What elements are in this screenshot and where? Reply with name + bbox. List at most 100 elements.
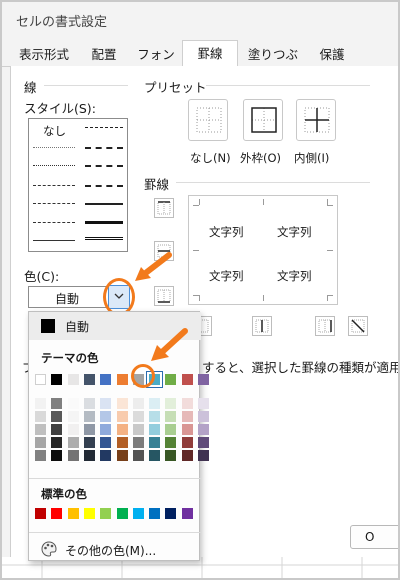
line-style-dashed[interactable] xyxy=(33,222,75,223)
line-style-medium[interactable] xyxy=(85,203,123,205)
tab-protection[interactable]: 保護 xyxy=(310,43,354,67)
theme-shade-swatch[interactable] xyxy=(165,437,177,448)
preset-inside-button[interactable] xyxy=(296,99,336,141)
standard-color-swatch[interactable] xyxy=(181,508,193,519)
theme-shade-swatch[interactable] xyxy=(116,411,128,422)
theme-color-swatch[interactable] xyxy=(67,374,79,385)
theme-shade-swatch[interactable] xyxy=(35,424,46,435)
tab-alignment[interactable]: 配置 xyxy=(84,43,124,67)
line-style-thick[interactable] xyxy=(85,221,123,224)
theme-shade-swatch[interactable] xyxy=(100,424,112,435)
theme-shade-swatch[interactable] xyxy=(149,398,161,409)
border-top-button[interactable] xyxy=(154,198,174,218)
theme-color-swatch[interactable] xyxy=(35,374,46,385)
more-colors-option[interactable]: その他の色(M)... xyxy=(29,538,201,560)
theme-shade-swatch[interactable] xyxy=(132,450,144,461)
theme-shade-swatch[interactable] xyxy=(100,411,112,422)
theme-shade-swatch[interactable] xyxy=(67,437,79,448)
theme-shade-swatch[interactable] xyxy=(132,437,144,448)
standard-color-swatch[interactable] xyxy=(165,508,177,519)
theme-shade-swatch[interactable] xyxy=(35,411,46,422)
theme-shade-swatch[interactable] xyxy=(67,450,79,461)
theme-shade-swatch[interactable] xyxy=(83,437,95,448)
standard-color-swatch[interactable] xyxy=(149,508,161,519)
theme-shade-swatch[interactable] xyxy=(51,411,63,422)
standard-color-swatch[interactable] xyxy=(67,508,79,519)
line-style-list[interactable]: なし xyxy=(28,118,128,252)
theme-shade-swatch[interactable] xyxy=(83,398,95,409)
theme-shade-swatch[interactable] xyxy=(181,437,193,448)
line-style-dotted[interactable] xyxy=(33,165,75,166)
theme-shade-swatch[interactable] xyxy=(35,398,46,409)
theme-shade-swatch[interactable] xyxy=(67,411,79,422)
theme-shade-swatch[interactable] xyxy=(116,424,128,435)
border-right-button[interactable] xyxy=(315,316,335,336)
theme-shade-swatch[interactable] xyxy=(100,437,112,448)
theme-color-swatch[interactable] xyxy=(100,374,112,385)
theme-color-swatch[interactable] xyxy=(165,374,177,385)
line-style-dash-dot[interactable] xyxy=(33,203,75,204)
theme-color-swatch[interactable] xyxy=(181,374,193,385)
theme-shade-swatch[interactable] xyxy=(83,450,95,461)
line-style-double[interactable] xyxy=(85,237,123,240)
tab-font[interactable]: フォント xyxy=(132,43,180,85)
tab-number-format[interactable]: 表示形式 xyxy=(12,43,76,67)
theme-shade-swatch[interactable] xyxy=(100,450,112,461)
line-style-dash-dot-dot[interactable] xyxy=(33,185,75,186)
theme-shade-swatch[interactable] xyxy=(100,398,112,409)
theme-shade-swatch[interactable] xyxy=(198,398,209,409)
theme-shade-swatch[interactable] xyxy=(67,424,79,435)
theme-shade-swatch[interactable] xyxy=(35,437,46,448)
theme-shade-swatch[interactable] xyxy=(132,398,144,409)
line-style-slant-dash-dot[interactable] xyxy=(85,147,123,149)
theme-shade-swatch[interactable] xyxy=(198,450,209,461)
standard-color-swatch[interactable] xyxy=(132,508,144,519)
theme-shade-swatch[interactable] xyxy=(165,411,177,422)
border-inside-vertical-button[interactable] xyxy=(252,316,272,336)
theme-shade-swatch[interactable] xyxy=(51,450,63,461)
line-style-hair[interactable] xyxy=(33,147,75,148)
theme-shade-swatch[interactable] xyxy=(132,424,144,435)
border-diagonal-down-button[interactable] xyxy=(348,316,368,336)
theme-shade-swatch[interactable] xyxy=(149,450,161,461)
theme-shade-swatch[interactable] xyxy=(116,450,128,461)
theme-shade-swatch[interactable] xyxy=(51,398,63,409)
standard-color-swatch[interactable] xyxy=(35,508,46,519)
standard-color-swatch[interactable] xyxy=(100,508,112,519)
theme-shade-swatch[interactable] xyxy=(51,424,63,435)
standard-color-swatch[interactable] xyxy=(51,508,63,519)
theme-shade-swatch[interactable] xyxy=(51,437,63,448)
theme-shade-swatch[interactable] xyxy=(181,398,193,409)
theme-shade-swatch[interactable] xyxy=(149,411,161,422)
theme-shade-swatch[interactable] xyxy=(149,437,161,448)
theme-shade-swatch[interactable] xyxy=(198,411,209,422)
line-style-medium-dashed[interactable] xyxy=(85,185,123,187)
preset-outline-button[interactable] xyxy=(243,99,283,141)
border-bottom-button[interactable] xyxy=(154,286,174,306)
theme-shade-swatch[interactable] xyxy=(181,424,193,435)
theme-shade-swatch[interactable] xyxy=(149,424,161,435)
theme-shade-swatch[interactable] xyxy=(116,398,128,409)
tab-border[interactable]: 罫線 xyxy=(182,40,238,68)
line-style-none[interactable]: なし xyxy=(43,123,66,139)
tab-fill[interactable]: 塗りつぶし xyxy=(242,43,304,85)
theme-shade-swatch[interactable] xyxy=(67,398,79,409)
theme-color-swatch[interactable] xyxy=(83,374,95,385)
theme-shade-swatch[interactable] xyxy=(198,424,209,435)
standard-color-swatch[interactable] xyxy=(116,508,128,519)
theme-shade-swatch[interactable] xyxy=(198,437,209,448)
theme-shade-swatch[interactable] xyxy=(165,450,177,461)
theme-color-swatch[interactable] xyxy=(51,374,63,385)
theme-shade-swatch[interactable] xyxy=(35,450,46,461)
theme-shade-swatch[interactable] xyxy=(132,411,144,422)
ok-button[interactable]: O xyxy=(350,525,398,549)
theme-shade-swatch[interactable] xyxy=(181,411,193,422)
line-style-thin[interactable] xyxy=(33,240,75,241)
theme-color-swatch[interactable] xyxy=(198,374,209,385)
theme-shade-swatch[interactable] xyxy=(165,398,177,409)
theme-shade-swatch[interactable] xyxy=(165,424,177,435)
theme-shade-swatch[interactable] xyxy=(116,437,128,448)
line-style-medium-dash-dot[interactable] xyxy=(85,165,123,167)
theme-color-swatch[interactable] xyxy=(116,374,128,385)
preset-none-button[interactable] xyxy=(188,99,228,141)
